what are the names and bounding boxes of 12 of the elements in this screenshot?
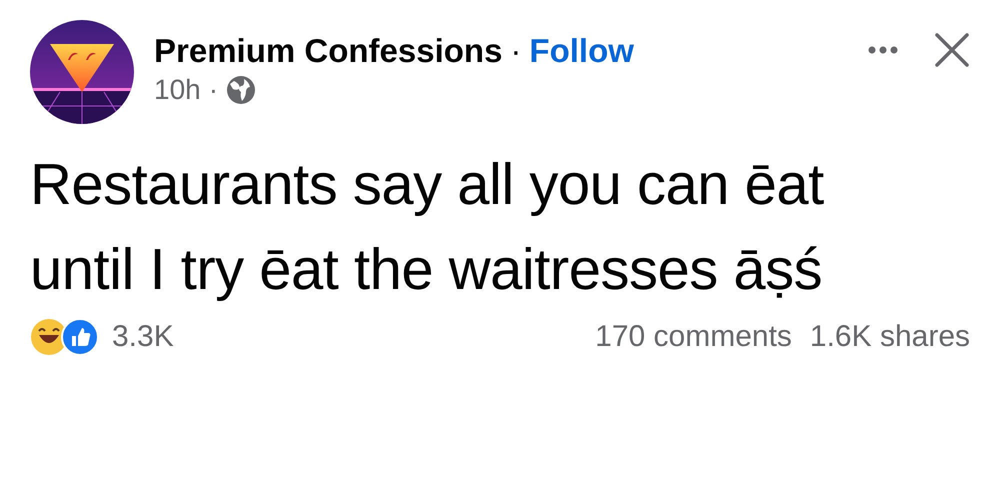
post-time[interactable]: 10h [154,74,201,106]
post-text: Restaurants say all you can ēat until I try ēat the waitresses āṣś [30,151,825,304]
reaction-count[interactable]: 3.3K [112,320,174,354]
globe-icon [226,75,256,105]
separator-dot: · [510,32,522,70]
separator-dot: · [208,74,218,106]
follow-link[interactable]: Follow [529,32,634,70]
comments-count[interactable]: 170 comments [595,320,792,354]
shares-count[interactable]: 1.6K shares [810,320,970,354]
page-name[interactable]: Premium Confessions [154,32,502,70]
close-button[interactable] [934,32,970,68]
more-options-button[interactable] [868,45,898,55]
